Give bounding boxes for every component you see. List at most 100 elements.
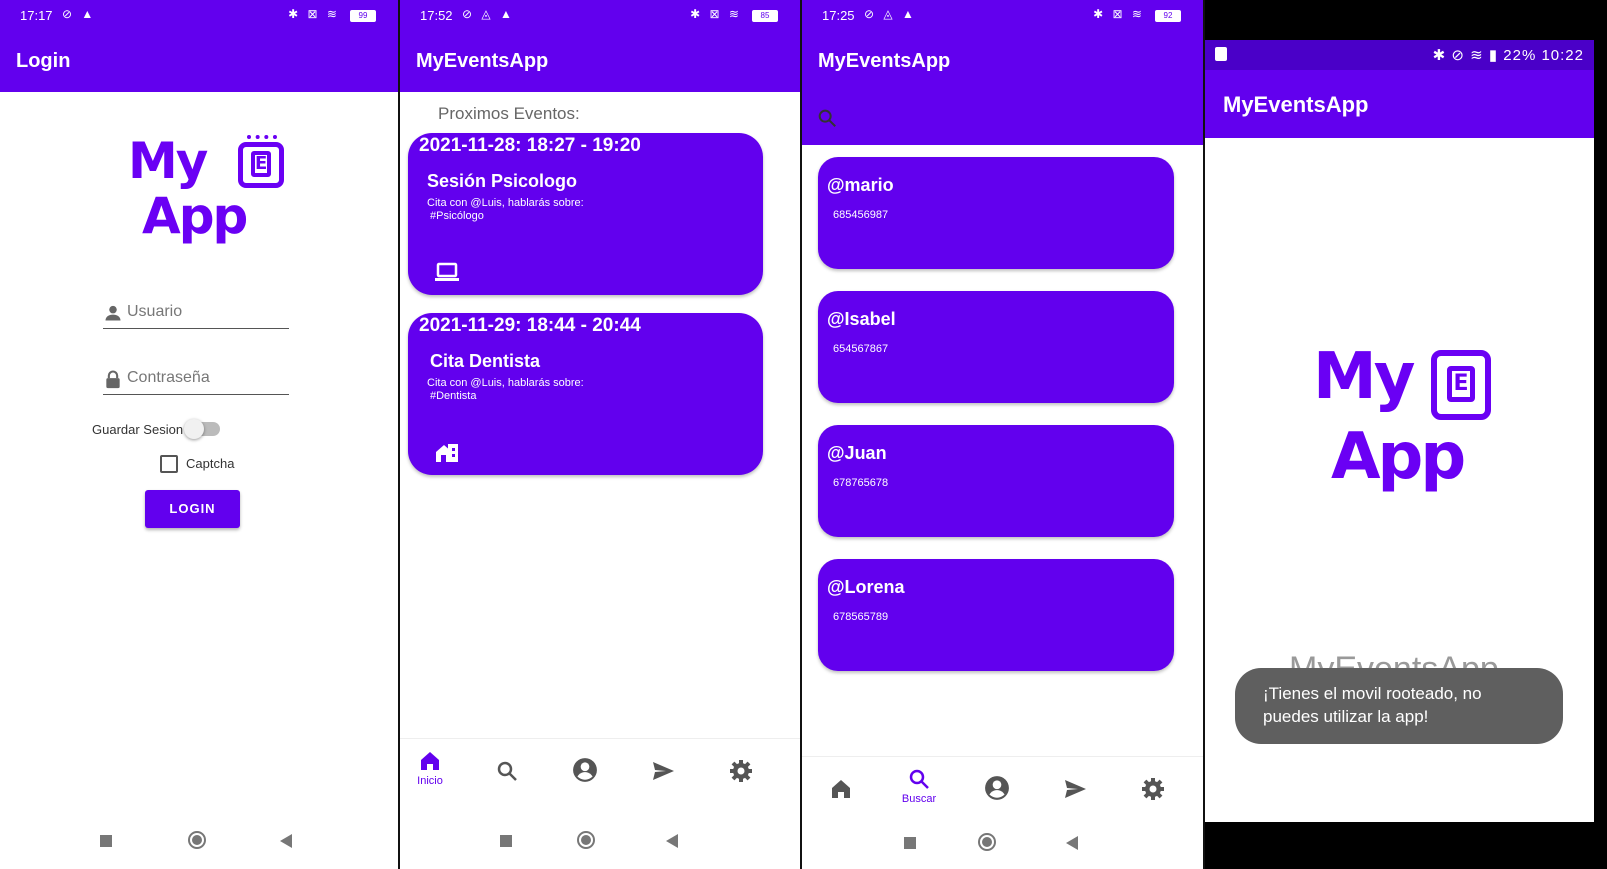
lock-icon [106,370,120,389]
bottom-navigation: Buscar [802,756,1203,824]
nav-home[interactable] [811,767,871,817]
username-field[interactable]: Usuario [103,297,289,329]
user-phone: 678765678 [833,477,889,489]
nav-profile[interactable] [967,767,1027,817]
nav-settings[interactable] [711,749,771,799]
notification-icons: ⊘ ◬ ▲ [864,7,917,21]
logo-text-app: App [1331,420,1466,494]
status-bar: 17:25 ⊘ ◬ ▲ ✱ ⊠ ≋ 92 [802,0,1203,30]
home-icon [421,752,439,770]
nav-home[interactable]: Inicio [400,749,460,799]
nav-settings[interactable] [1123,767,1183,817]
send-icon [1065,780,1086,798]
connectivity-icons: ✱ ⊠ ≋ [690,7,742,21]
back-icon[interactable] [280,834,292,848]
event-card[interactable]: 2021-11-29: 18:44 - 20:44 Cita Dentista … [408,313,763,475]
app-bar: MyEventsApp [400,30,800,92]
event-date: 2021-11-28: 18:27 - 19:20 [419,135,641,156]
app-bar: MyEventsApp [802,30,1203,92]
username-placeholder: Usuario [127,303,183,320]
logo-text-my: My [128,132,208,190]
battery-icon: 92 [1155,10,1181,22]
app-logo: My E App [1313,340,1493,510]
save-session-toggle[interactable] [184,419,220,439]
gear-icon [730,760,752,782]
user-phone: 678565789 [833,611,889,623]
nav-send[interactable] [633,749,693,799]
nav-search[interactable]: Buscar [889,767,949,817]
event-tag: #Psicólogo [430,210,484,222]
app-bar: MyEventsApp [1205,70,1594,138]
gear-icon [1142,778,1164,800]
rooted-toast: ¡Tienes el movil rooteado, no puedes uti… [1235,668,1563,744]
person-icon [105,305,121,321]
account-circle-icon [573,758,597,782]
user-card[interactable]: @Isabel 654567867 [818,291,1174,403]
user-phone: 685456987 [833,209,889,221]
event-date: 2021-11-29: 18:44 - 20:44 [419,315,641,336]
home-system-icon[interactable] [577,831,595,849]
app-bar: Login [0,30,398,92]
login-screen: 17:17 ⊘ ▲ ✱ ⊠ ≋ 99 Login My E App Usuari… [0,0,398,869]
user-phone: 654567867 [833,343,889,355]
user-card[interactable]: @Lorena 678565789 [818,559,1174,671]
connectivity-icons: ✱ ⊠ ≋ [288,7,340,21]
system-nav-bar [0,807,398,869]
captcha-checkbox[interactable] [160,455,178,473]
calendar-icon: E [238,135,284,188]
save-session-label: Guardar Sesion [92,422,184,437]
nav-send[interactable] [1045,767,1105,817]
logo-text-my: My [1313,340,1415,414]
event-title: Sesión Psicologo [427,171,578,191]
laptop-icon [435,262,459,281]
status-info: ✱ ⊘ ≋ ▮ 22% 10:22 [1432,47,1584,64]
event-card[interactable]: 2021-11-28: 18:27 - 19:20 Sesión Psicolo… [408,133,763,295]
connectivity-icons: ✱ ⊠ ≋ [1093,7,1145,21]
user-card[interactable]: @Juan 678765678 [818,425,1174,537]
recents-icon[interactable] [100,835,112,847]
send-icon [653,762,674,780]
password-field[interactable]: Contraseña [103,363,289,395]
notification-icons: ⊘ ▲ [62,7,97,21]
battery-icon: 85 [752,10,778,22]
search-icon [909,769,929,789]
event-description: Cita con @Luis, hablarás sobre: [427,377,584,389]
account-circle-icon [985,776,1009,800]
nav-search[interactable] [477,749,537,799]
status-time: 17:52 [420,8,453,23]
home-system-icon[interactable] [188,831,206,849]
notification-icons: ⊘ ◬ ▲ [462,7,515,21]
status-time: 22% 10:22 [1503,47,1584,64]
status-bar: 17:52 ⊘ ◬ ▲ ✱ ⊠ ≋ 85 [400,0,800,30]
page-title: MyEventsApp [818,50,951,72]
app-logo: My E App [128,132,284,252]
user-name: @Juan [827,443,887,463]
home-system-icon[interactable] [978,833,996,851]
user-name: @mario [827,175,894,195]
nav-profile[interactable] [555,749,615,799]
login-button[interactable]: LOGIN [145,490,240,528]
recents-icon[interactable] [904,837,916,849]
system-nav-bar [400,807,800,869]
calendar-icon: E [1431,350,1491,420]
back-icon[interactable] [666,834,678,848]
recents-icon[interactable] [500,835,512,847]
event-tag: #Dentista [430,390,477,402]
status-bar: 17:17 ⊘ ▲ ✱ ⊠ ≋ 99 [0,0,398,30]
screen-content: ✱ ⊘ ≋ ▮ 22% 10:22 MyEventsApp My E App M… [1205,40,1594,822]
bottom-navigation: Inicio [400,738,800,806]
user-card[interactable]: @mario 685456987 [818,157,1174,269]
user-name: @Lorena [827,577,905,597]
back-icon[interactable] [1066,836,1078,850]
search-screen: 17:25 ⊘ ◬ ▲ ✱ ⊠ ≋ 92 MyEventsApp @mario … [802,0,1203,869]
logo-text-app: App [142,187,248,245]
section-title: Proximos Eventos: [438,104,580,123]
battery-icon: 99 [350,10,376,22]
nav-home-label: Inicio [417,775,443,787]
search-input[interactable] [802,92,1203,145]
event-title: Cita Dentista [430,351,541,371]
status-time: 17:25 [822,8,855,23]
system-nav-bar [802,821,1203,869]
captcha-label: Captcha [186,456,235,471]
clipboard-icon [1215,47,1227,61]
